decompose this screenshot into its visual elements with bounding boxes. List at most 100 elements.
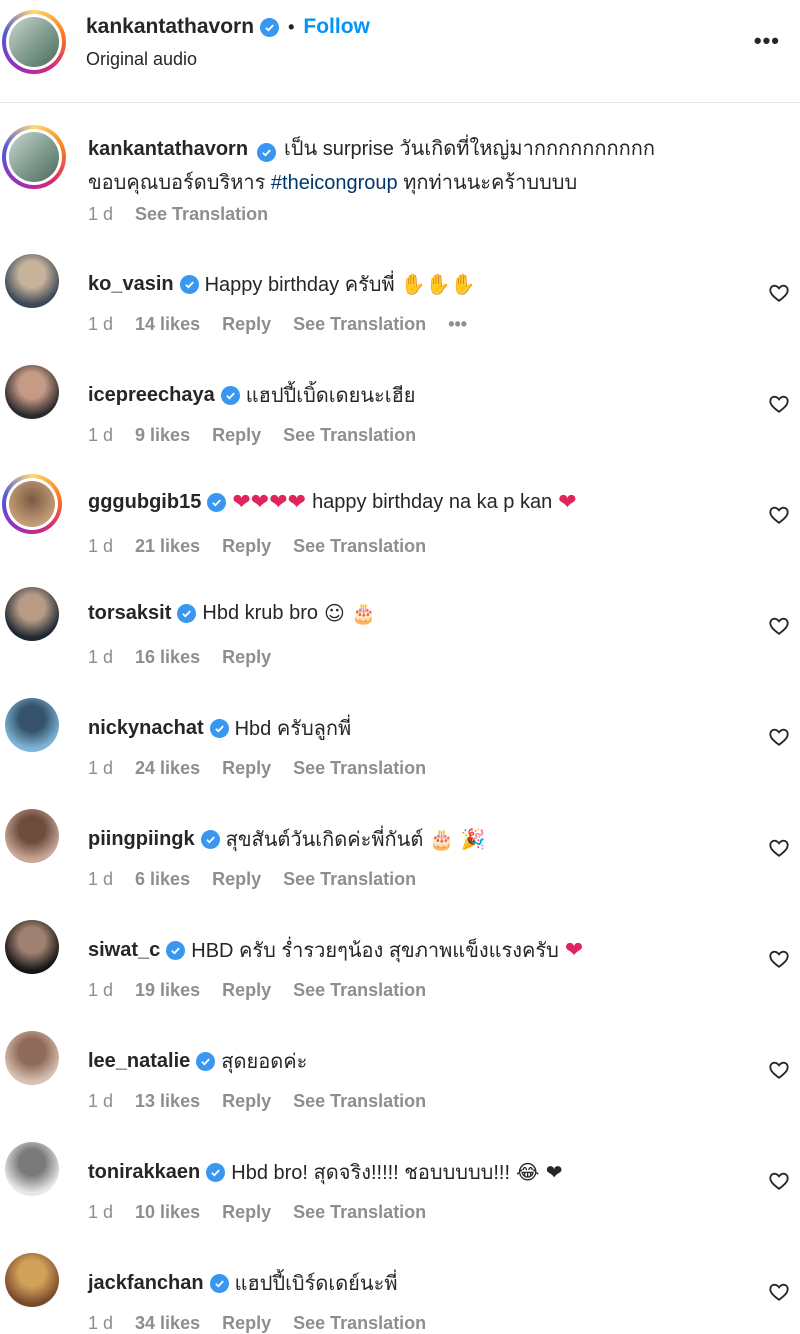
see-translation-link[interactable]: See Translation [283, 425, 416, 446]
caption-username[interactable]: kankantathavorn [88, 138, 248, 160]
comment-username[interactable]: ko_vasin [88, 273, 174, 296]
caption-text: kankantathavorn เป็น surprise วันเกิดที่… [88, 133, 740, 201]
reply-button[interactable]: Reply [222, 1202, 271, 1223]
see-translation-link[interactable]: See Translation [283, 869, 416, 890]
see-translation-link[interactable]: See Translation [293, 758, 426, 779]
comment-text: สุขสันต์วันเกิดค่ะพี่กันต์ [225, 829, 424, 851]
comment-time: 1 d [88, 980, 114, 1000]
likes-count[interactable]: 13 likes [135, 1091, 200, 1112]
comment-time: 1 d [88, 647, 114, 667]
heart-emoji: ❤ [558, 490, 577, 515]
caption-avatar[interactable] [2, 125, 66, 189]
likes-count[interactable]: 24 likes [135, 758, 200, 779]
like-heart-icon[interactable] [768, 837, 790, 859]
comment-line: lee_natalie สุดยอดค่ะ [88, 1045, 307, 1077]
likes-count[interactable]: 10 likes [135, 1202, 200, 1223]
see-translation-link[interactable]: See Translation [135, 204, 268, 225]
comment-username[interactable]: icepreechaya [88, 384, 215, 407]
see-translation-link[interactable]: See Translation [293, 980, 426, 1001]
comment-emoji: 😂 ❤ [516, 1160, 563, 1184]
commenter-avatar[interactable] [5, 1142, 59, 1196]
comment-text: แฮปปี้เบิ้ดเดยนะเฮีย [245, 385, 416, 407]
comment-time: 1 d [88, 425, 114, 445]
comment-username[interactable]: lee_natalie [88, 1050, 190, 1073]
reply-button[interactable]: Reply [212, 425, 261, 446]
likes-count[interactable]: 14 likes [135, 314, 200, 335]
author-username[interactable]: kankantathavorn [86, 15, 254, 39]
like-heart-icon[interactable] [768, 615, 790, 637]
like-heart-icon[interactable] [768, 948, 790, 970]
more-options-icon[interactable]: ••• [754, 28, 780, 54]
commenter-avatar[interactable] [5, 1253, 59, 1307]
see-translation-link[interactable]: See Translation [293, 536, 426, 557]
reply-button[interactable]: Reply [222, 647, 271, 668]
reply-button[interactable]: Reply [222, 758, 271, 779]
commenter-avatar[interactable] [5, 809, 59, 863]
reply-button[interactable]: Reply [222, 1091, 271, 1112]
reply-button[interactable]: Reply [222, 536, 271, 557]
comment-meta: 1 d 19 likes Reply See Translation [88, 980, 426, 1001]
likes-count[interactable]: 21 likes [135, 536, 200, 557]
commenter-avatar[interactable] [2, 474, 62, 534]
likes-count[interactable]: 6 likes [135, 869, 190, 890]
follow-button[interactable]: Follow [303, 15, 370, 39]
comment-username[interactable]: tonirakkaen [88, 1161, 200, 1184]
comment-line: nickynachat Hbd ครับลูกพี่ [88, 712, 351, 744]
commenter-avatar[interactable] [5, 920, 59, 974]
like-heart-icon[interactable] [768, 393, 790, 415]
comment-line: piingpiingk สุขสันต์วันเกิดค่ะพี่กันต์ 🎂… [88, 823, 485, 855]
comment-username[interactable]: jackfanchan [88, 1272, 204, 1295]
author-avatar[interactable] [2, 10, 66, 74]
commenter-avatar[interactable] [5, 1031, 59, 1085]
comment-username[interactable]: gggubgib15 [88, 491, 201, 514]
see-translation-link[interactable]: See Translation [293, 1313, 426, 1334]
like-heart-icon[interactable] [768, 1059, 790, 1081]
verified-badge-icon [166, 940, 186, 960]
reply-button[interactable]: Reply [222, 980, 271, 1001]
reply-button[interactable]: Reply [212, 869, 261, 890]
comment-meta: 1 d 21 likes Reply See Translation [88, 536, 426, 557]
comment-text: สุดยอดค่ะ [221, 1051, 308, 1073]
reply-button[interactable]: Reply [222, 1313, 271, 1334]
commenter-avatar[interactable] [5, 254, 59, 308]
comment-line: gggubgib15 ❤❤❤❤ happy birthday na ka p k… [88, 490, 577, 515]
caption-time: 1 d [88, 204, 114, 224]
comment-username[interactable]: siwat_c [88, 939, 160, 962]
comment-time: 1 d [88, 1313, 114, 1333]
likes-count[interactable]: 9 likes [135, 425, 190, 446]
like-heart-icon[interactable] [768, 1281, 790, 1303]
comment-text: happy birthday na ka p kan [312, 491, 553, 513]
like-heart-icon[interactable] [768, 504, 790, 526]
comment-text: แฮปปี้เบิร์ดเดย์นะพี่ [234, 1273, 398, 1295]
caption-meta: 1 d See Translation [88, 204, 268, 225]
original-audio-link[interactable]: Original audio [86, 49, 197, 70]
comment-text: Hbd ครับลูกพี่ [234, 718, 352, 740]
comment-meta: 1 d 14 likes Reply See Translation ••• [88, 314, 467, 335]
comment-meta: 1 d 24 likes Reply See Translation [88, 758, 426, 779]
comment-username[interactable]: piingpiingk [88, 828, 195, 851]
hashtag-link[interactable]: #theicongroup [271, 172, 398, 194]
heart-emoji: ❤❤❤❤ [232, 490, 307, 515]
see-translation-link[interactable]: See Translation [293, 1202, 426, 1223]
reply-button[interactable]: Reply [222, 314, 271, 335]
likes-count[interactable]: 19 likes [135, 980, 200, 1001]
comment-more-icon[interactable]: ••• [448, 314, 467, 335]
see-translation-link[interactable]: See Translation [293, 1091, 426, 1112]
comment-time: 1 d [88, 869, 114, 889]
likes-count[interactable]: 34 likes [135, 1313, 200, 1334]
comment-username[interactable]: torsaksit [88, 602, 171, 625]
likes-count[interactable]: 16 likes [135, 647, 200, 668]
comment-time: 1 d [88, 314, 114, 334]
commenter-avatar[interactable] [5, 698, 59, 752]
like-heart-icon[interactable] [768, 282, 790, 304]
commenter-avatar[interactable] [5, 365, 59, 419]
comment-meta: 1 d 16 likes Reply [88, 647, 271, 668]
verified-badge-icon [179, 274, 199, 294]
like-heart-icon[interactable] [768, 726, 790, 748]
commenter-avatar[interactable] [5, 587, 59, 641]
see-translation-link[interactable]: See Translation [293, 314, 426, 335]
comment-time: 1 d [88, 1091, 114, 1111]
comment-meta: 1 d 10 likes Reply See Translation [88, 1202, 426, 1223]
comment-username[interactable]: nickynachat [88, 717, 204, 740]
like-heart-icon[interactable] [768, 1170, 790, 1192]
